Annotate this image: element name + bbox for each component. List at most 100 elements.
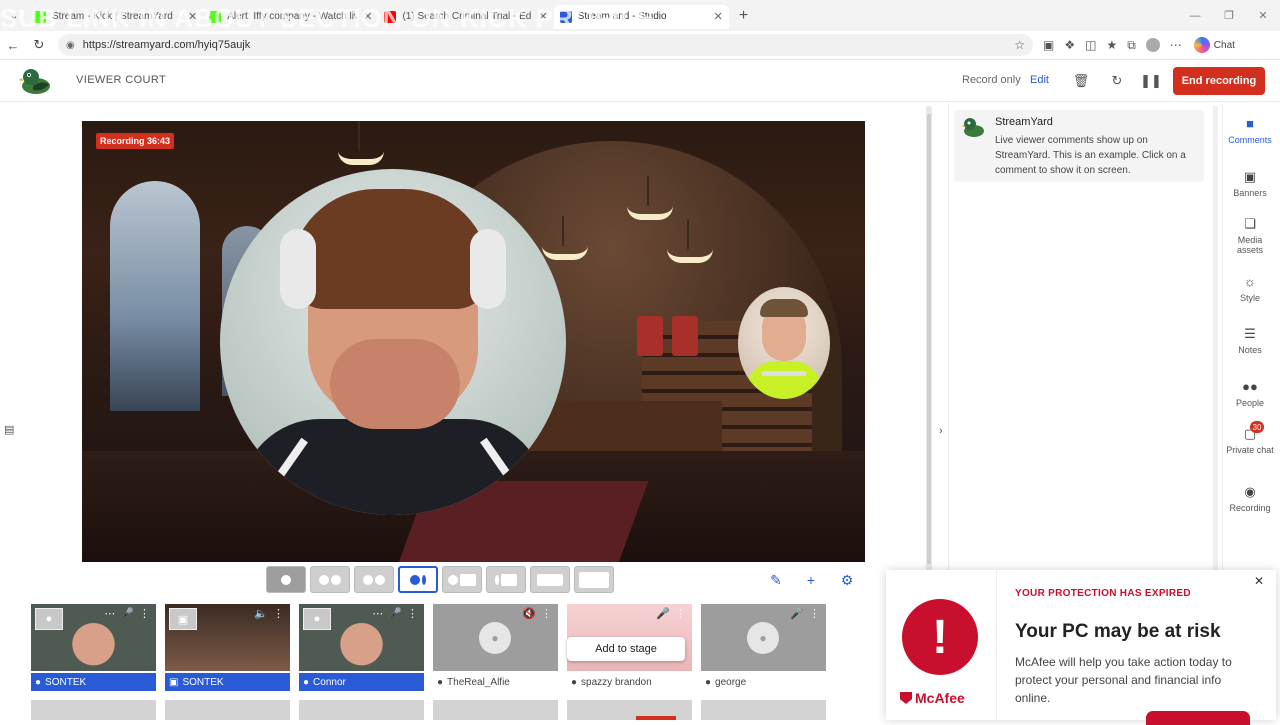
left-panel-toggle-icon[interactable]: ▤: [4, 423, 14, 436]
mcafee-heading: YOUR PROTECTION HAS EXPIRED: [1015, 588, 1191, 599]
layout-pip-button[interactable]: [530, 566, 570, 593]
private-chat-badge: 30: [1250, 421, 1264, 433]
rail-label: People: [1235, 398, 1265, 408]
rail-private-chat-button[interactable]: ▢ Private chat: [1224, 426, 1276, 455]
favorites-icon[interactable]: ★: [1106, 38, 1117, 52]
window-controls: — ❐ ✕: [1178, 0, 1280, 31]
more-dots-icon[interactable]: ⋯: [372, 607, 383, 620]
participant-tile[interactable]: ● 🎤 ⋮ ● george: [701, 604, 826, 690]
refresh-icon[interactable]: ↻: [26, 32, 52, 58]
trash-icon[interactable]: 🗑: [1071, 71, 1091, 91]
settings-gear-icon[interactable]: ⚙: [836, 569, 858, 591]
layout-group-2-button[interactable]: [354, 566, 394, 593]
studio-title[interactable]: VIEWER COURT: [76, 74, 166, 86]
layout-solo-button[interactable]: [266, 566, 306, 593]
comments-scrollbar[interactable]: [1213, 106, 1218, 572]
streamyard-duck-logo-icon[interactable]: [19, 66, 53, 96]
extensions-icon[interactable]: ❖: [1064, 38, 1075, 52]
participant-tile[interactable]: [165, 700, 290, 720]
participant-tile[interactable]: ● ⋯ 🎤 ⋮ ● SONTEK: [31, 604, 156, 691]
stage-scrollbar[interactable]: [926, 106, 932, 572]
close-tab-icon[interactable]: ✕: [188, 10, 197, 23]
layout-fullscreen-button[interactable]: [574, 566, 614, 593]
close-tab-icon[interactable]: ✕: [363, 10, 372, 23]
back-arrow-icon[interactable]: ←: [0, 32, 26, 58]
camera-icon[interactable]: ▣: [1043, 38, 1054, 52]
mic-icon[interactable]: 🎤: [120, 607, 134, 620]
participant-tile[interactable]: [701, 700, 826, 720]
rail-label: Style: [1239, 293, 1260, 303]
kebab-menu-icon[interactable]: ⋮: [407, 607, 418, 620]
participant-tile[interactable]: [433, 700, 558, 720]
browser-tab-3[interactable]: (1) Search Criminal Trial - Edit ✕: [378, 5, 553, 29]
mcafee-close-icon[interactable]: ✕: [1254, 574, 1264, 588]
close-tab-icon[interactable]: ✕: [714, 10, 723, 23]
collections-icon[interactable]: ⧉: [1127, 38, 1136, 53]
browser-tab-2[interactable]: Alert: Iffy company - Watch live on Kick…: [203, 5, 378, 29]
url-field[interactable]: ◉ https://streamyard.com/hyiq75aujk ☆: [58, 34, 1033, 56]
participant-name: SONTEK: [45, 676, 87, 688]
person-icon: ●: [571, 676, 578, 688]
reset-icon[interactable]: ↻: [1107, 71, 1127, 91]
close-tab-icon[interactable]: ✕: [538, 10, 547, 23]
rail-media-assets-button[interactable]: ❏ Media assets: [1224, 216, 1276, 255]
split-screen-icon[interactable]: ◫: [1085, 38, 1096, 52]
notes-icon: ☰: [1244, 326, 1256, 341]
pause-icon[interactable]: ❚❚: [1140, 71, 1162, 91]
favorite-star-icon[interactable]: ☆: [1014, 38, 1025, 52]
participant-tile[interactable]: ▣ 🔈 ⋮ ▣ SONTEK: [165, 604, 290, 691]
main-guest-video-circle[interactable]: [220, 169, 566, 515]
speaker-icon[interactable]: 🔈: [254, 607, 268, 620]
second-guest-video-circle[interactable]: [738, 287, 830, 399]
mic-muted-icon[interactable]: 🔇: [522, 607, 536, 620]
kebab-menu-icon[interactable]: ⋮: [541, 607, 552, 620]
layout-leader-button[interactable]: [398, 566, 438, 593]
participant-tile[interactable]: [299, 700, 424, 720]
close-window-icon[interactable]: ✕: [1246, 0, 1280, 31]
profile-avatar[interactable]: [1145, 38, 1160, 52]
layout-sidebar-button[interactable]: [486, 566, 526, 593]
kebab-menu-icon[interactable]: ⋮: [273, 607, 284, 620]
browser-tab-4[interactable]: Stream and - Studio ✕: [553, 4, 729, 29]
mcafee-action-button[interactable]: [1146, 711, 1250, 725]
rail-notes-button[interactable]: ☰ Notes: [1224, 326, 1276, 355]
person-icon: ●: [35, 608, 63, 630]
kebab-menu-icon[interactable]: ⋮: [139, 607, 150, 620]
participant-name: george: [715, 676, 747, 688]
mic-icon[interactable]: 🎤: [790, 607, 804, 620]
browser-tab-1[interactable]: Stream - Kick | StreamYard ✕: [28, 5, 203, 29]
add-to-stage-button[interactable]: Add to stage: [567, 637, 685, 661]
participant-tile[interactable]: ● 🔇 ⋮ ● TheReal_Alfie: [433, 604, 558, 690]
mic-icon[interactable]: 🎤: [388, 607, 402, 620]
end-recording-button[interactable]: End recording: [1173, 67, 1265, 95]
copilot-chat-button[interactable]: Chat: [1193, 37, 1235, 53]
site-info-icon[interactable]: ◉: [66, 40, 75, 51]
layout-group-button[interactable]: [310, 566, 350, 593]
participant-tile[interactable]: ● ⋯ 🎤 ⋮ ● Connor: [299, 604, 424, 691]
stage-canvas[interactable]: [82, 121, 865, 562]
rail-comments-button[interactable]: ■ Comments: [1224, 116, 1276, 145]
comments-icon: ■: [1246, 116, 1254, 131]
tab-list-chevron-icon[interactable]: ⌄: [0, 0, 28, 31]
edit-link[interactable]: Edit: [1030, 74, 1049, 86]
kebab-menu-icon[interactable]: ⋮: [809, 607, 820, 620]
new-tab-plus-icon[interactable]: +: [739, 7, 748, 25]
edit-pencil-icon[interactable]: ✎: [765, 569, 787, 591]
more-dots-icon[interactable]: ⋯: [104, 607, 115, 620]
mic-icon[interactable]: 🎤: [656, 607, 670, 620]
more-menu-icon[interactable]: ⋯: [1170, 38, 1182, 52]
person-icon: ●: [35, 676, 42, 688]
rail-banners-button[interactable]: ▣ Banners: [1224, 169, 1276, 198]
minimize-icon[interactable]: —: [1178, 0, 1212, 31]
rail-recording-button[interactable]: ◉ Recording: [1224, 484, 1276, 513]
restore-icon[interactable]: ❐: [1212, 0, 1246, 31]
collapse-panel-chevron-icon[interactable]: ›: [939, 425, 943, 437]
mcafee-shield-icon: [900, 692, 912, 704]
kebab-menu-icon[interactable]: ⋮: [675, 607, 686, 620]
add-plus-icon[interactable]: +: [800, 569, 822, 591]
layout-screen-button[interactable]: [442, 566, 482, 593]
rail-people-button[interactable]: ●● People: [1224, 379, 1276, 408]
chandelier-icon: [338, 121, 384, 165]
rail-style-button[interactable]: ☼ Style: [1224, 274, 1276, 303]
participant-tile[interactable]: [31, 700, 156, 720]
